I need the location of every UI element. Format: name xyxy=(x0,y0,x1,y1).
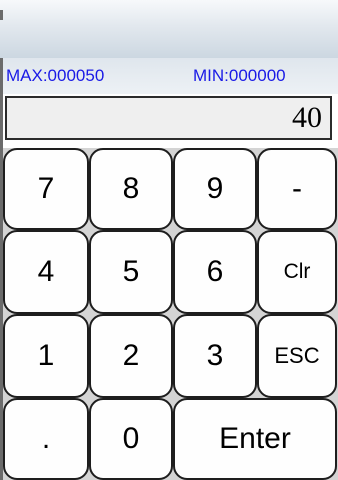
key-1-button[interactable]: 1 xyxy=(3,314,89,398)
window-edge-mark xyxy=(0,10,3,20)
key-6-button[interactable]: 6 xyxy=(173,230,257,314)
escape-button[interactable]: ESC xyxy=(257,314,337,398)
range-limits-row: MAX:000050 MIN:000000 xyxy=(3,58,338,94)
key-5-button[interactable]: 5 xyxy=(89,230,173,314)
title-bar[interactable] xyxy=(0,0,338,58)
decimal-point-button[interactable]: . xyxy=(3,398,89,480)
value-display[interactable]: 40 xyxy=(5,96,332,140)
key-9-button[interactable]: 9 xyxy=(173,148,257,230)
key-0-button[interactable]: 0 xyxy=(89,398,173,480)
max-limit-label: MAX:000050 xyxy=(6,66,105,85)
numeric-keypad-window: MAX:000050 MIN:000000 40 7 8 9 - 4 5 6 C… xyxy=(0,0,338,480)
key-4-button[interactable]: 4 xyxy=(3,230,89,314)
enter-button[interactable]: Enter xyxy=(173,398,337,480)
minus-button[interactable]: - xyxy=(257,148,337,230)
key-7-button[interactable]: 7 xyxy=(3,148,89,230)
clear-button[interactable]: Clr xyxy=(257,230,337,314)
min-limit-label: MIN:000000 xyxy=(193,66,286,85)
key-2-button[interactable]: 2 xyxy=(89,314,173,398)
keypad: 7 8 9 - 4 5 6 Clr 1 2 3 ESC . 0 Enter xyxy=(3,148,338,480)
key-8-button[interactable]: 8 xyxy=(89,148,173,230)
key-3-button[interactable]: 3 xyxy=(173,314,257,398)
